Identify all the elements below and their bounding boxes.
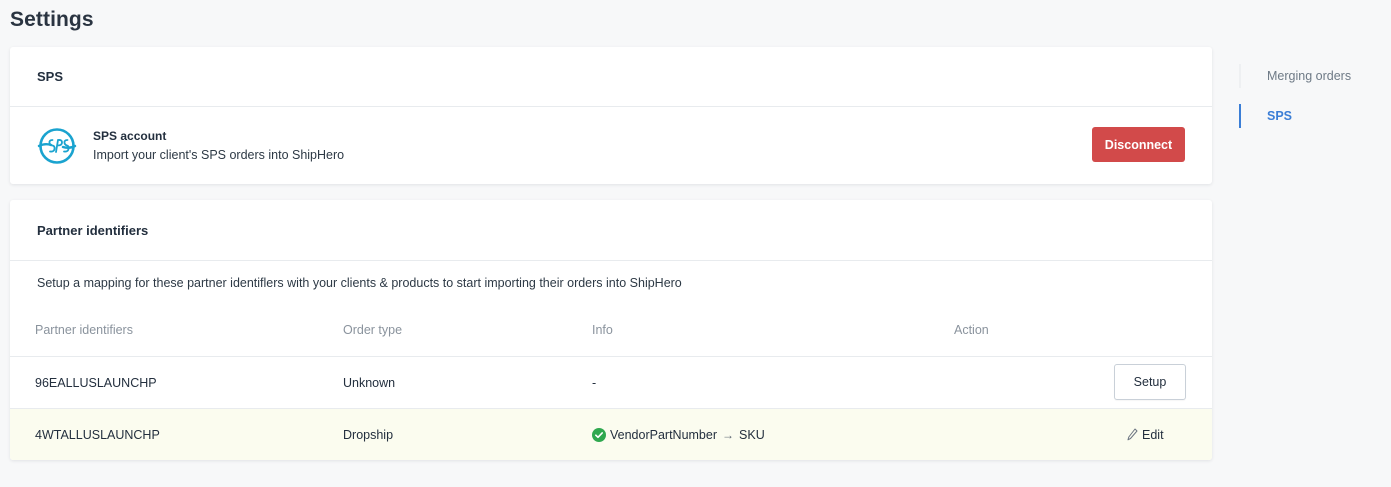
table-row: 4WTALLUSLAUNCHP Dropship VendorPartNumbe… (10, 408, 1212, 460)
partner-identifier-cell: 4WTALLUSLAUNCHP (35, 427, 160, 442)
info-mapping-to: SKU (739, 427, 765, 442)
sps-card: SPS SPS account Import your client's SPS… (10, 47, 1212, 184)
sps-account-title: SPS account (93, 129, 167, 143)
order-type-cell: Dropship (343, 427, 394, 442)
info-cell: VendorPartNumber → SKU (592, 409, 765, 460)
pencil-icon (1127, 428, 1138, 441)
sps-account-description: Import your client's SPS orders into Shi… (93, 148, 345, 162)
sps-logo-icon (37, 128, 77, 164)
table-row: 96EALLUSLAUNCHP Unknown - Setup (10, 356, 1212, 408)
side-nav-label: SPS (1267, 109, 1293, 123)
page-title: Settings (10, 8, 94, 31)
nav-active-indicator (1239, 104, 1241, 128)
column-header-info: Info (592, 323, 613, 337)
partner-card-header: Partner identifiers (10, 200, 1212, 261)
settings-side-nav: Merging orders SPS (1238, 56, 1378, 136)
arrow-right-icon: → (722, 427, 735, 442)
disconnect-button[interactable]: Disconnect (1092, 127, 1185, 162)
column-header-action: Action (954, 323, 989, 337)
info-cell: - (592, 375, 597, 390)
partner-identifier-cell: 96EALLUSLAUNCHP (35, 375, 157, 390)
side-nav-label: Merging orders (1267, 69, 1352, 83)
sps-card-header: SPS (10, 47, 1212, 107)
column-header-partner-identifiers: Partner identifiers (35, 323, 133, 337)
sps-card-title: SPS (37, 69, 64, 84)
info-mapping-from: VendorPartNumber (610, 427, 718, 442)
partner-card-title: Partner identifiers (37, 222, 149, 238)
side-nav-item-sps[interactable]: SPS (1238, 96, 1378, 136)
column-header-order-type: Order type (343, 323, 403, 337)
check-circle-icon (592, 427, 606, 442)
setup-button[interactable]: Setup (1114, 364, 1186, 400)
nav-indicator (1239, 64, 1241, 88)
order-type-cell: Unknown (343, 375, 396, 390)
partner-identifiers-card: Partner identifiers Setup a mapping for … (10, 200, 1212, 460)
edit-label: Edit (1142, 427, 1164, 442)
sps-account-row: SPS account Import your client's SPS ord… (10, 107, 1212, 184)
partner-description: Setup a mapping for these partner identi… (37, 276, 682, 290)
edit-button[interactable]: Edit (1127, 409, 1164, 460)
side-nav-item-merging-orders[interactable]: Merging orders (1238, 56, 1378, 96)
